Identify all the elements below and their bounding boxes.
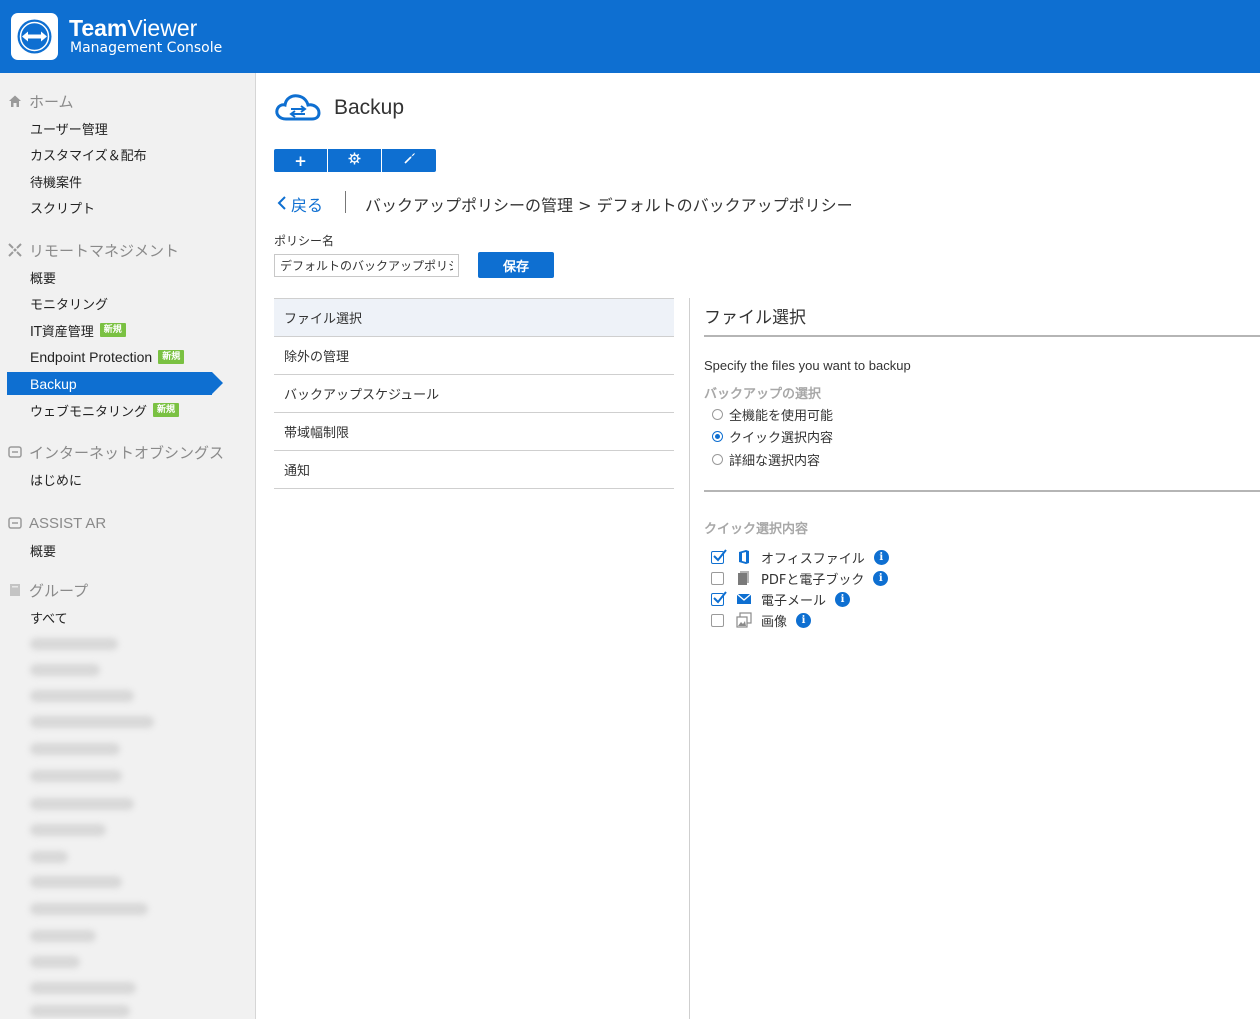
chevron-left-icon bbox=[277, 195, 287, 214]
sidebar-section-remote-management[interactable]: リモートマネジメント bbox=[8, 240, 179, 260]
menu-item-file-selection[interactable]: ファイル選択 bbox=[274, 299, 674, 337]
blurred-group-item[interactable] bbox=[30, 664, 100, 676]
sidebar-section-home[interactable]: ホーム bbox=[8, 91, 74, 111]
blurred-group-item[interactable] bbox=[30, 1005, 130, 1017]
quick-selection-heading: クイック選択内容 bbox=[704, 522, 809, 537]
pdf-ebook-icon bbox=[736, 570, 752, 586]
info-icon[interactable]: i bbox=[873, 549, 889, 565]
radio-button[interactable] bbox=[712, 408, 723, 420]
panel-divider bbox=[689, 298, 690, 1019]
save-button[interactable]: 保存 bbox=[478, 252, 554, 278]
new-badge: 新規 bbox=[158, 350, 185, 364]
image-icon bbox=[736, 612, 752, 628]
blurred-group-item[interactable] bbox=[30, 690, 134, 702]
checkbox[interactable] bbox=[711, 590, 727, 606]
email-icon bbox=[736, 591, 752, 607]
sidebar-item-web-monitoring[interactable]: ウェブモニタリング 新規 bbox=[30, 400, 180, 420]
radio-button[interactable] bbox=[712, 430, 723, 442]
blurred-group-item[interactable] bbox=[30, 876, 122, 888]
breadcrumb-divider bbox=[345, 191, 346, 213]
breadcrumb: バックアップポリシーの管理 > デフォルトのバックアップポリシー bbox=[365, 196, 853, 215]
sidebar-item-waiting-cases[interactable]: 待機案件 bbox=[30, 171, 82, 191]
checkbox[interactable] bbox=[711, 548, 727, 564]
checkbox-row-images[interactable]: 画像 i bbox=[711, 611, 812, 630]
blurred-group-item[interactable] bbox=[30, 798, 134, 810]
office-file-icon bbox=[736, 549, 752, 565]
menu-item-bandwidth-limit[interactable]: 帯域幅制限 bbox=[274, 413, 674, 451]
radio-quick-selection[interactable]: クイック選択内容 bbox=[712, 427, 833, 446]
page-title: Backup bbox=[334, 96, 405, 119]
blurred-group-item[interactable] bbox=[30, 930, 96, 942]
settings-button[interactable] bbox=[328, 149, 381, 172]
blurred-group-item[interactable] bbox=[30, 956, 80, 968]
app-header: TeamViewer Management Console bbox=[0, 0, 1260, 73]
radio-button[interactable] bbox=[712, 453, 723, 465]
sidebar-section-groups[interactable]: グループ bbox=[8, 580, 88, 600]
radio-all-features[interactable]: 全機能を使用可能 bbox=[712, 405, 833, 424]
blurred-group-item[interactable] bbox=[30, 638, 118, 650]
blurred-group-item[interactable] bbox=[30, 903, 148, 915]
sidebar-section-assist-ar[interactable]: ASSIST AR bbox=[8, 513, 106, 533]
assist-ar-icon bbox=[8, 516, 22, 530]
settings-menu: ファイル選択 除外の管理 バックアップスケジュール 帯域幅制限 通知 bbox=[274, 298, 674, 489]
active-indicator-arrow bbox=[212, 372, 223, 394]
menu-item-backup-schedule[interactable]: バックアップスケジュール bbox=[274, 375, 674, 413]
info-icon[interactable]: i bbox=[835, 591, 851, 607]
panel-divider-line bbox=[704, 490, 1260, 492]
menu-item-notifications[interactable]: 通知 bbox=[274, 451, 674, 489]
home-icon bbox=[8, 94, 22, 108]
sidebar-item-backup[interactable]: Backup bbox=[7, 372, 212, 395]
brand-name: TeamViewer bbox=[69, 15, 198, 41]
remote-management-icon bbox=[8, 243, 22, 257]
sidebar-item-ar-overview[interactable]: 概要 bbox=[30, 540, 56, 560]
blurred-group-item[interactable] bbox=[30, 743, 120, 755]
sidebar-item-overview[interactable]: 概要 bbox=[30, 267, 56, 287]
wrench-icon bbox=[403, 152, 416, 169]
policy-name-input[interactable] bbox=[274, 254, 459, 277]
group-icon bbox=[8, 583, 22, 597]
blurred-group-item[interactable] bbox=[30, 824, 106, 836]
policy-name-label: ポリシー名 bbox=[274, 234, 335, 248]
sidebar-item-endpoint-protection[interactable]: Endpoint Protection 新規 bbox=[30, 347, 185, 367]
blurred-group-item[interactable] bbox=[30, 982, 136, 994]
checkbox[interactable] bbox=[711, 571, 724, 585]
new-badge: 新規 bbox=[99, 323, 126, 337]
backup-selection-heading: バックアップの選択 bbox=[704, 387, 822, 402]
sidebar-item-scripts[interactable]: スクリプト bbox=[30, 197, 95, 217]
checkbox-row-pdf-ebooks[interactable]: PDFと電子ブック i bbox=[711, 569, 889, 588]
gear-icon bbox=[348, 152, 361, 169]
info-icon[interactable]: i bbox=[796, 612, 812, 628]
sidebar-item-it-assets[interactable]: IT資産管理 新規 bbox=[30, 320, 126, 340]
menu-item-exclusions[interactable]: 除外の管理 bbox=[274, 337, 674, 375]
iot-icon bbox=[8, 445, 22, 459]
checkbox-row-email[interactable]: 電子メール i bbox=[711, 590, 851, 609]
blurred-group-item[interactable] bbox=[30, 851, 68, 863]
tools-button[interactable] bbox=[382, 149, 436, 172]
plus-icon: + bbox=[294, 151, 307, 170]
cloud-backup-icon bbox=[274, 92, 322, 128]
panel-divider-line bbox=[704, 335, 1260, 337]
sidebar-item-all[interactable]: すべて bbox=[30, 607, 68, 627]
panel-title: ファイル選択 bbox=[704, 308, 806, 328]
sidebar-item-customize[interactable]: カスタマイズ＆配布 bbox=[30, 144, 147, 164]
brand-subtitle: Management Console bbox=[70, 40, 223, 56]
checkbox[interactable] bbox=[711, 613, 724, 627]
sidebar: ホーム ユーザー管理 カスタマイズ＆配布 待機案件 スクリプト リモートマネジメ… bbox=[0, 73, 256, 1019]
toolbar: + bbox=[274, 149, 437, 172]
panel-description: Specify the files you want to backup bbox=[704, 358, 911, 373]
info-icon[interactable]: i bbox=[873, 570, 889, 586]
sidebar-item-getting-started[interactable]: はじめに bbox=[30, 469, 82, 489]
new-badge: 新規 bbox=[153, 403, 180, 417]
sidebar-item-monitoring[interactable]: モニタリング bbox=[30, 293, 108, 313]
back-link[interactable]: 戻る bbox=[277, 192, 323, 216]
sidebar-item-users[interactable]: ユーザー管理 bbox=[30, 118, 108, 138]
checkbox-row-office-files[interactable]: オフィスファイル i bbox=[711, 548, 889, 567]
radio-detailed-selection[interactable]: 詳細な選択内容 bbox=[712, 450, 820, 469]
teamviewer-logo-icon[interactable] bbox=[11, 13, 58, 60]
add-button[interactable]: + bbox=[274, 149, 327, 172]
blurred-group-item[interactable] bbox=[30, 770, 122, 782]
blurred-group-item[interactable] bbox=[30, 716, 154, 728]
sidebar-section-iot[interactable]: インターネットオブシングス bbox=[8, 442, 224, 462]
